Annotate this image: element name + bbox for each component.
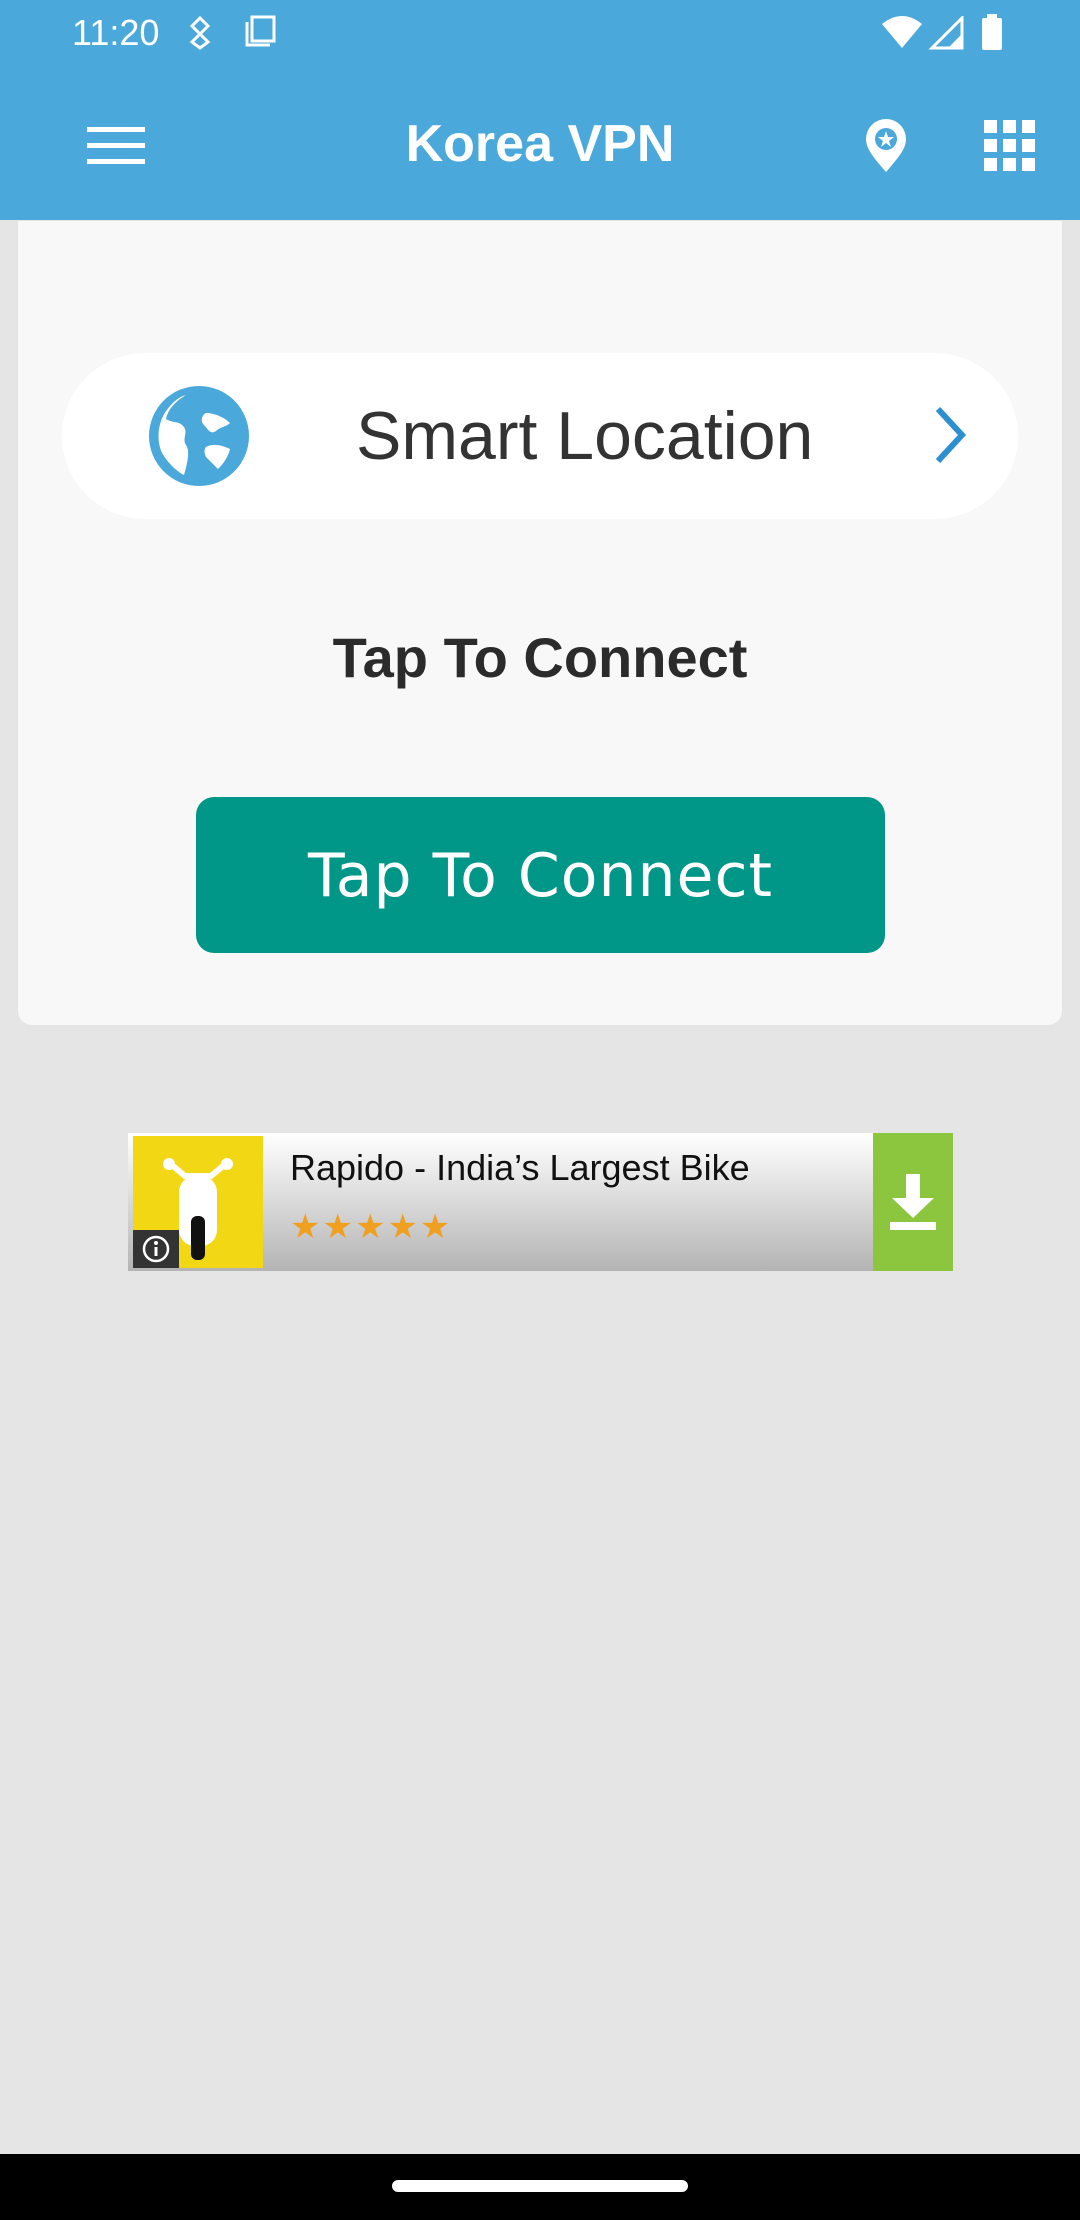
ad-app-icon[interactable] [133,1136,263,1268]
home-indicator[interactable] [392,2180,688,2192]
data-saver-icon [186,14,214,55]
download-icon [890,1174,936,1230]
location-pin-icon [866,119,906,172]
ad-rating-stars: ★★★★★ [290,1208,453,1246]
ad-download-button[interactable] [873,1133,953,1271]
signal-icon [928,14,964,55]
ad-info-button[interactable] [133,1230,179,1268]
location-button[interactable] [846,106,926,186]
connection-status-text: Tap To Connect [332,626,748,689]
status-bar: 11:20 [0,0,1080,66]
ad-banner[interactable]: Rapido - India’s Largest Bike ★★★★★ [128,1133,953,1271]
wifi-icon [880,14,924,55]
app-bar: Korea VPN [0,66,1080,220]
apps-button[interactable] [970,106,1050,186]
status-time: 11:20 [72,12,160,53]
connect-button[interactable]: Tap To Connect [196,797,885,953]
location-label: Smart Location [356,398,814,474]
battery-icon [980,14,1004,57]
ad-title: Rapido - India’s Largest Bike [290,1147,750,1188]
system-navigation-bar [0,2154,1080,2220]
chevron-right-icon [932,405,968,470]
globe-icon [146,383,252,494]
connection-card: Smart Location Tap To Connect Tap To Con… [18,221,1062,1025]
smart-location-selector[interactable]: Smart Location [62,353,1018,519]
screenshot-icon [244,14,278,53]
grid-apps-icon [984,120,1035,171]
info-icon [142,1235,170,1263]
